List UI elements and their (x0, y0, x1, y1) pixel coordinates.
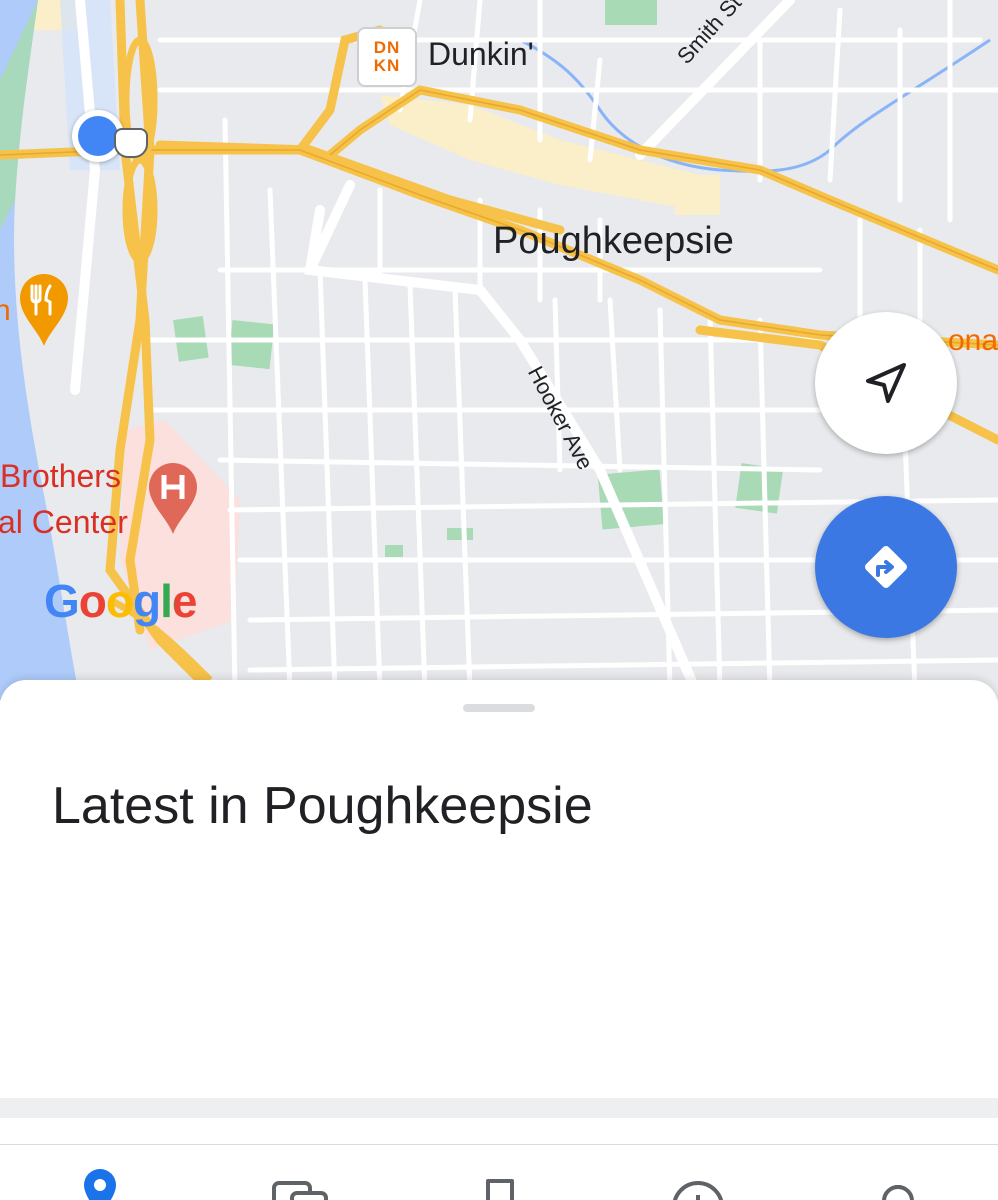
section-divider (0, 1098, 998, 1118)
route-shield-icon (114, 128, 148, 158)
nav-explore[interactable] (70, 1165, 130, 1200)
explore-pin-icon (84, 1169, 116, 1200)
dunkin-logo-text: DN KN (373, 38, 401, 75)
map-view[interactable]: DN KN Dunkin' Smith St Poughkeepsie Hook… (0, 0, 998, 700)
bottom-sheet[interactable]: Latest in Poughkeepsie (0, 680, 998, 1100)
restaurant-pin[interactable] (18, 272, 70, 348)
google-logo: Google (44, 574, 197, 628)
bottom-navigation-bar (0, 1144, 998, 1200)
dunkin-label[interactable]: Dunkin' (428, 36, 534, 73)
directions-button[interactable] (815, 496, 957, 638)
saved-icon (486, 1179, 514, 1200)
park (227, 320, 275, 370)
park (605, 0, 657, 25)
city-label: Poughkeepsie (493, 220, 734, 262)
navigation-arrow-icon (866, 363, 906, 403)
nav-commute[interactable] (270, 1165, 330, 1200)
fork-knife-icon (20, 274, 68, 346)
google-logo-text: Google (44, 575, 197, 627)
sheet-drag-handle[interactable] (463, 704, 535, 712)
contribute-icon (672, 1181, 724, 1200)
directions-icon (865, 546, 907, 588)
hospital-icon (149, 463, 197, 534)
dunkin-logo: DN KN (365, 39, 409, 75)
restaurant-partial-label: n (0, 294, 11, 327)
updates-icon (882, 1185, 914, 1200)
nav-contribute[interactable] (668, 1165, 728, 1200)
hospital-label-line2[interactable]: al Center (0, 504, 128, 541)
recenter-button[interactable] (815, 312, 957, 454)
nav-updates[interactable] (868, 1165, 928, 1200)
dunkin-poi[interactable]: DN KN (357, 27, 417, 87)
sheet-title: Latest in Poughkeepsie (52, 777, 593, 835)
park (385, 545, 403, 557)
hospital-label-line1[interactable]: Brothers (0, 458, 121, 495)
location-dot-inner (78, 116, 118, 156)
commute-icon (272, 1181, 328, 1200)
mcdonalds-partial-label: onald (948, 324, 998, 357)
park (447, 528, 473, 540)
nav-saved[interactable] (470, 1165, 530, 1200)
commercial-area (675, 175, 720, 215)
hospital-pin[interactable] (146, 460, 200, 536)
